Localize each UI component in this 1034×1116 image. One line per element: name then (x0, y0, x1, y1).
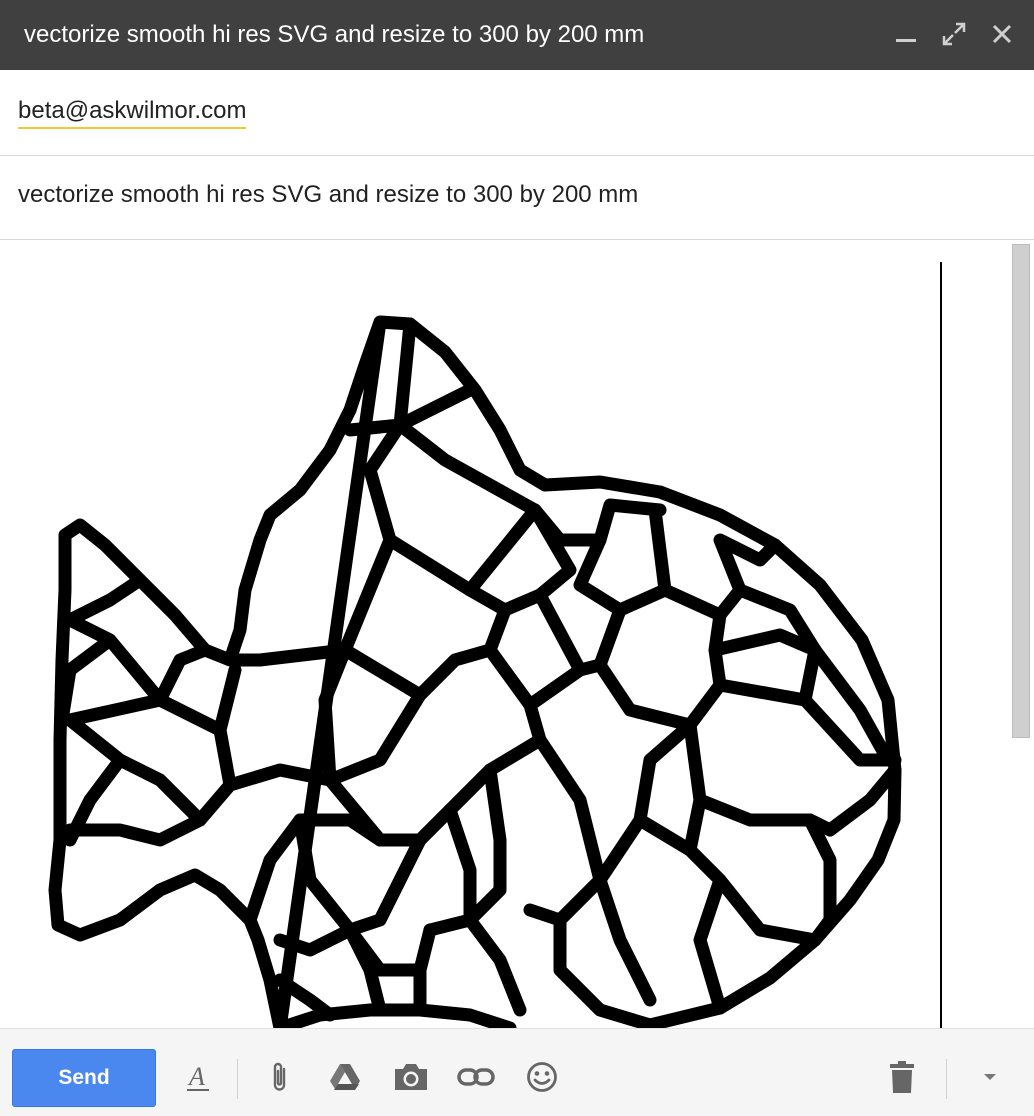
compose-toolbar: Send A (0, 1028, 1034, 1116)
subject-input[interactable]: vectorize smooth hi res SVG and resize t… (18, 180, 638, 210)
send-button[interactable]: Send (12, 1049, 156, 1107)
fish-voronoi-image (48, 315, 902, 1028)
trash-icon[interactable] (882, 1057, 922, 1097)
compose-titlebar[interactable]: vectorize smooth hi res SVG and resize t… (0, 0, 1034, 70)
emoji-icon[interactable] (522, 1057, 562, 1097)
message-body[interactable] (0, 240, 1034, 1028)
scrollbar-thumb[interactable] (1012, 244, 1030, 738)
expand-icon[interactable] (934, 14, 974, 54)
more-options-icon[interactable] (970, 1057, 1010, 1097)
drive-icon[interactable] (325, 1057, 365, 1097)
close-icon[interactable] (982, 14, 1022, 54)
link-icon[interactable] (456, 1057, 496, 1097)
format-text-icon[interactable]: A (178, 1057, 218, 1097)
recipient-chip[interactable]: beta@askwilmor.com (18, 96, 247, 129)
minimize-icon[interactable] (886, 14, 926, 54)
text-cursor (940, 262, 942, 1028)
svg-text:A: A (187, 1062, 205, 1091)
subject-row[interactable]: vectorize smooth hi res SVG and resize t… (0, 156, 1034, 240)
attach-icon[interactable] (260, 1057, 300, 1097)
recipients-row[interactable]: beta@askwilmor.com (0, 70, 1034, 156)
toolbar-separator (946, 1059, 947, 1099)
camera-icon[interactable] (391, 1057, 431, 1097)
toolbar-separator (237, 1059, 238, 1099)
window-title: vectorize smooth hi res SVG and resize t… (24, 21, 645, 48)
